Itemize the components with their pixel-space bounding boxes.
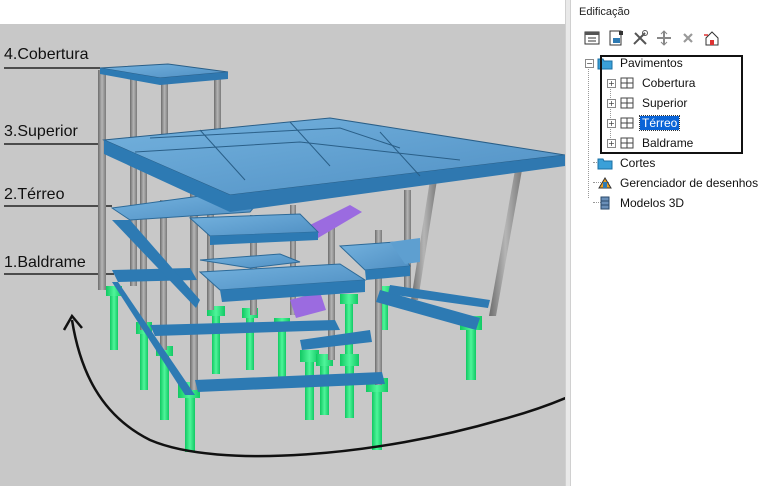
viewport-3d[interactable]: 4.Cobertura 3.Superior 2.Térreo 1.Baldra…	[0, 0, 565, 486]
tools-icon[interactable]	[631, 29, 649, 47]
drawing-manager-icon	[597, 176, 613, 190]
terreo-slabs	[110, 195, 420, 308]
tree-label-gerenciador: Gerenciador de desenhos	[620, 176, 759, 190]
level-label-superior: 3.Superior	[4, 123, 78, 140]
model-3d-icon	[597, 196, 613, 210]
edit-document-icon[interactable]	[607, 29, 625, 47]
level-label-terreo: 2.Térreo	[4, 186, 65, 203]
level-label-baldrame: 1.Baldrame	[4, 254, 86, 271]
panel-title: Edificação	[579, 6, 630, 18]
superior-slab	[102, 117, 565, 212]
tree-node-modelos-3d[interactable]: Modelos 3D	[597, 194, 686, 212]
tree-node-gerenciador[interactable]: Gerenciador de desenhos	[597, 174, 760, 192]
level-lines	[4, 67, 114, 275]
delete-icon[interactable]	[679, 29, 697, 47]
move-icon[interactable]	[655, 29, 673, 47]
cobertura-slab	[99, 63, 229, 85]
building-model-3d[interactable]	[0, 0, 565, 486]
folder-icon	[597, 156, 613, 170]
panel-toolbar	[583, 28, 721, 48]
floors-highlight-box	[600, 55, 743, 154]
structure-tree-icon[interactable]	[583, 29, 601, 47]
tree-node-cortes[interactable]: Cortes	[597, 154, 657, 172]
level-label-cobertura: 4.Cobertura	[4, 46, 89, 63]
building-icon[interactable]	[703, 29, 721, 47]
app-window: 4.Cobertura 3.Superior 2.Térreo 1.Baldra…	[0, 0, 765, 486]
tree-label-cortes: Cortes	[620, 156, 656, 170]
collapse-icon[interactable]: −	[585, 58, 594, 68]
tree-label-modelos-3d: Modelos 3D	[620, 196, 685, 210]
